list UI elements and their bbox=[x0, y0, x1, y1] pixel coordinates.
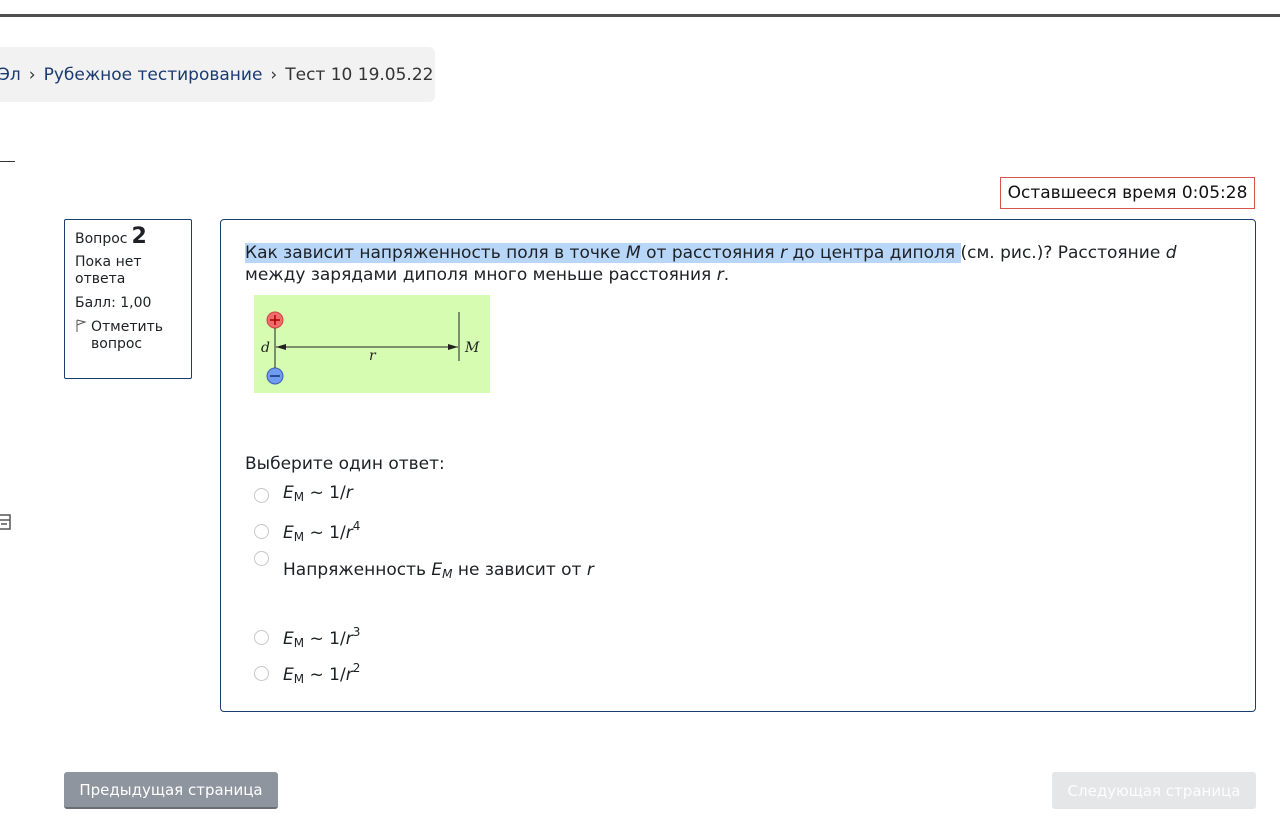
answer-list: EM ~ 1/r EM ~ 1/r4 Напряженность EM не з… bbox=[245, 477, 1231, 691]
question-grade: Балл: 1,00 bbox=[75, 295, 152, 311]
answer-option-3[interactable]: Напряженность EM не зависит от r bbox=[245, 549, 1231, 619]
previous-page-button[interactable]: Предыдущая страница bbox=[64, 772, 278, 809]
timer-label: Оставшееся время bbox=[1007, 183, 1177, 203]
drawer-icon[interactable] bbox=[0, 508, 12, 534]
timer-value: 0:05:28 bbox=[1181, 183, 1248, 203]
question-number: 2 bbox=[131, 224, 147, 249]
chevron-right-icon: › bbox=[270, 64, 278, 85]
flag-label: Отметить вопрос bbox=[91, 319, 164, 352]
answer-label[interactable]: EM ~ 1/r4 bbox=[283, 515, 360, 548]
radio-button[interactable] bbox=[254, 487, 269, 503]
radio-button[interactable] bbox=[254, 665, 269, 681]
answer-prompt: Выберите один ответ: bbox=[245, 454, 445, 474]
breadcrumb-item-section[interactable]: Рубежное тестирование bbox=[44, 65, 263, 85]
radio-button[interactable] bbox=[254, 551, 269, 566]
svg-text:d: d bbox=[261, 340, 270, 356]
question-text: Как зависит напряженность поля в точке M… bbox=[245, 243, 1177, 285]
negative-charge-icon bbox=[266, 367, 284, 385]
chevron-right-icon: › bbox=[28, 64, 36, 85]
answer-label[interactable]: Напряженность EM не зависит от r bbox=[283, 559, 594, 585]
timer: Оставшееся время 0:05:28 bbox=[1000, 177, 1255, 209]
answer-option-1[interactable]: EM ~ 1/r bbox=[245, 477, 1231, 513]
radio-button[interactable] bbox=[254, 629, 269, 645]
top-bar bbox=[0, 0, 1280, 17]
flag-icon bbox=[75, 319, 87, 353]
svg-text:M: M bbox=[464, 340, 480, 356]
question-state: Пока нет ответа bbox=[75, 254, 142, 287]
answer-label[interactable]: EM ~ 1/r2 bbox=[283, 657, 360, 690]
positive-charge-icon bbox=[266, 311, 284, 329]
answer-option-2[interactable]: EM ~ 1/r4 bbox=[245, 513, 1231, 549]
breadcrumb-item-current: Тест 10 19.05.22 bbox=[285, 64, 434, 85]
question-info: Вопрос 2 Пока нет ответа Балл: 1,00 Отме… bbox=[64, 219, 192, 379]
flag-question-button[interactable]: Отметить вопрос bbox=[75, 319, 181, 353]
breadcrumb-item-course[interactable]: Эл bbox=[0, 65, 21, 85]
divider bbox=[0, 161, 15, 162]
dipole-figure: d r M bbox=[254, 295, 490, 393]
answer-option-4[interactable]: EM ~ 1/r3 bbox=[245, 619, 1231, 655]
next-page-button[interactable]: Следующая страница bbox=[1052, 772, 1256, 809]
svg-text:r: r bbox=[369, 348, 377, 364]
question-content: Как зависит напряженность поля в точке M… bbox=[220, 219, 1256, 712]
answer-option-5[interactable]: EM ~ 1/r2 bbox=[245, 655, 1231, 691]
radio-button[interactable] bbox=[254, 523, 269, 539]
answer-label[interactable]: EM ~ 1/r bbox=[283, 482, 353, 508]
answer-label[interactable]: EM ~ 1/r3 bbox=[283, 621, 360, 654]
breadcrumb: Эл › Рубежное тестирование › Тест 10 19.… bbox=[0, 47, 435, 102]
question-label: Вопрос bbox=[75, 231, 128, 247]
